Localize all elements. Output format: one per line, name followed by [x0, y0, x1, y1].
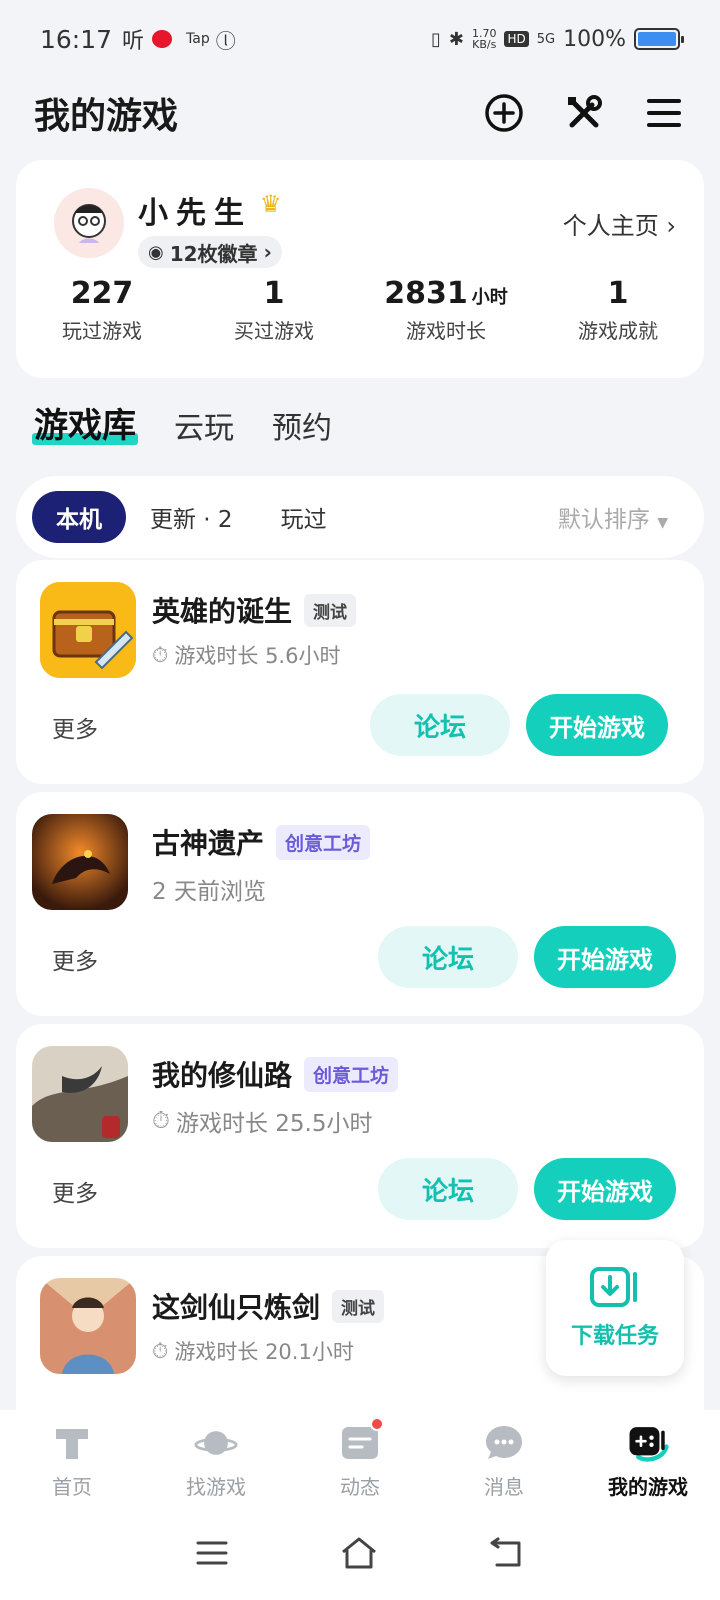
- gamepad-icon: [626, 1421, 670, 1465]
- game-title: 古神遗产: [152, 827, 265, 860]
- library-tabs: 游戏库 云玩 预约: [32, 398, 332, 447]
- nav-messages[interactable]: 消息: [432, 1410, 576, 1510]
- page-title: 我的游戏: [34, 96, 179, 137]
- filter-updates[interactable]: 更新 · 2: [126, 491, 257, 543]
- feed-icon: [338, 1416, 384, 1465]
- timer-icon: ⏱: [152, 1338, 169, 1363]
- game-icon[interactable]: [40, 1278, 136, 1374]
- badge-count[interactable]: ◉ 12枚徽章 ›: [138, 236, 282, 268]
- game-title: 这剑仙只炼剑: [152, 1291, 321, 1324]
- more-button[interactable]: 更多: [52, 1174, 98, 1208]
- start-game-button[interactable]: 开始游戏: [526, 694, 668, 756]
- stat-played[interactable]: 227 玩过游戏: [16, 276, 188, 344]
- game-icon[interactable]: [32, 1046, 128, 1142]
- battery-icon: [634, 28, 684, 50]
- tap-icon: Tap: [186, 31, 210, 47]
- sort-dropdown[interactable]: 默认排序 ▼: [558, 500, 688, 534]
- network-speed: 1.70 KB/s: [471, 27, 497, 51]
- back-icon[interactable]: [489, 1537, 525, 1573]
- tab-library[interactable]: 游戏库: [32, 398, 138, 447]
- tab-reservations[interactable]: 预约: [272, 403, 332, 447]
- medal-icon: ◉: [148, 241, 164, 263]
- filter-played[interactable]: 玩过: [257, 491, 351, 543]
- hd-icon: HD: [504, 31, 529, 47]
- forum-button[interactable]: 论坛: [378, 1158, 518, 1220]
- stat-playtime[interactable]: 2831 小时 游戏时长: [360, 276, 532, 344]
- nav-my-games[interactable]: 我的游戏: [576, 1410, 720, 1510]
- filter-bar: 本机 更新 · 2 玩过 默认排序 ▼: [16, 476, 704, 558]
- forum-button[interactable]: 论坛: [370, 694, 510, 756]
- download-tasks-button[interactable]: 下载任务: [546, 1240, 684, 1376]
- homepage-link[interactable]: 个人主页 ›: [563, 206, 676, 241]
- nav-find-games[interactable]: 找游戏: [144, 1410, 288, 1510]
- last-browsed: 2 天前浏览: [152, 879, 266, 905]
- listen-icon: 听: [122, 29, 145, 54]
- chevron-right-icon: ›: [263, 240, 272, 264]
- home-t-icon: [50, 1421, 94, 1465]
- bottom-nav: 首页 找游戏 动态 消息 我的游戏: [0, 1410, 720, 1510]
- crown-icon: ♛: [260, 190, 282, 218]
- download-icon: [590, 1267, 637, 1307]
- profile-card[interactable]: 小先生 ♛ ◉ 12枚徽章 › 个人主页 › 227 玩过游戏 1 买过游戏 2…: [16, 160, 704, 378]
- menu-icon[interactable]: [642, 91, 686, 135]
- forum-button[interactable]: 论坛: [378, 926, 518, 988]
- play-duration: 游戏时长 20.1小时: [174, 1340, 354, 1364]
- nav-feed[interactable]: 动态: [288, 1410, 432, 1510]
- test-tag: 测试: [332, 1289, 385, 1323]
- planet-icon: [194, 1421, 238, 1465]
- stats-row: 227 玩过游戏 1 买过游戏 2831 小时 游戏时长 1 游戏成就: [16, 276, 704, 344]
- play-duration: 游戏时长 25.5小时: [175, 1111, 373, 1137]
- battery-text: 100%: [563, 26, 626, 52]
- more-button[interactable]: 更多: [52, 942, 98, 976]
- vibrate-icon: ▯: [430, 28, 441, 50]
- message-icon: [482, 1421, 526, 1465]
- avatar[interactable]: [54, 188, 124, 258]
- tools-icon[interactable]: [562, 91, 606, 135]
- bluetooth-icon: ✱: [448, 28, 464, 50]
- chevron-right-icon: ›: [666, 212, 676, 240]
- game-card[interactable]: 古神遗产 创意工坊 2 天前浏览 更多 论坛 开始游戏: [16, 792, 704, 1016]
- timer-icon: ⏱: [152, 1108, 170, 1134]
- notification-dot: [370, 1416, 384, 1431]
- game-icon[interactable]: [40, 582, 136, 678]
- game-card[interactable]: 我的修仙路 创意工坊 ⏱ 游戏时长 25.5小时 更多 论坛 开始游戏: [16, 1024, 704, 1248]
- filter-local[interactable]: 本机: [32, 491, 126, 543]
- more-button[interactable]: 更多: [52, 710, 98, 744]
- start-game-button[interactable]: 开始游戏: [534, 926, 676, 988]
- status-bar: 16:17 听 Tap ⓛ ▯ ✱ 1.70 KB/s HD 5G 100%: [0, 0, 720, 78]
- top-bar: 我的游戏: [0, 78, 720, 148]
- workshop-tag: 创意工坊: [304, 1056, 399, 1092]
- add-circle-icon[interactable]: [482, 91, 526, 135]
- timer-icon: ⏱: [152, 642, 169, 667]
- download-tasks-label: 下载任务: [570, 1324, 659, 1349]
- game-card[interactable]: 英雄的诞生 测试 ⏱ 游戏时长 5.6小时 更多 论坛 开始游戏: [16, 560, 704, 784]
- game-title: 我的修仙路: [152, 1059, 293, 1092]
- home-icon[interactable]: [339, 1536, 379, 1574]
- recent-apps-icon[interactable]: [195, 1539, 229, 1571]
- clock: 16:17: [40, 24, 113, 54]
- game-title: 英雄的诞生: [152, 595, 293, 628]
- test-tag: 测试: [304, 593, 357, 627]
- signal-icon: 5G: [536, 31, 556, 47]
- caret-down-icon: ▼: [657, 515, 668, 531]
- game-icon[interactable]: [32, 814, 128, 910]
- start-game-button[interactable]: 开始游戏: [534, 1158, 676, 1220]
- stat-achievements[interactable]: 1 游戏成就: [532, 276, 704, 344]
- system-nav-bar: [0, 1510, 720, 1600]
- weibo-icon: [152, 30, 173, 48]
- stat-bought[interactable]: 1 买过游戏: [188, 276, 360, 344]
- user-name: 小先生: [138, 196, 252, 231]
- workshop-tag: 创意工坊: [276, 824, 371, 860]
- nav-home[interactable]: 首页: [0, 1410, 144, 1510]
- notification-icon: ⓛ: [215, 28, 236, 53]
- tab-cloud-play[interactable]: 云玩: [174, 403, 234, 447]
- play-duration: 游戏时长 5.6小时: [174, 644, 341, 668]
